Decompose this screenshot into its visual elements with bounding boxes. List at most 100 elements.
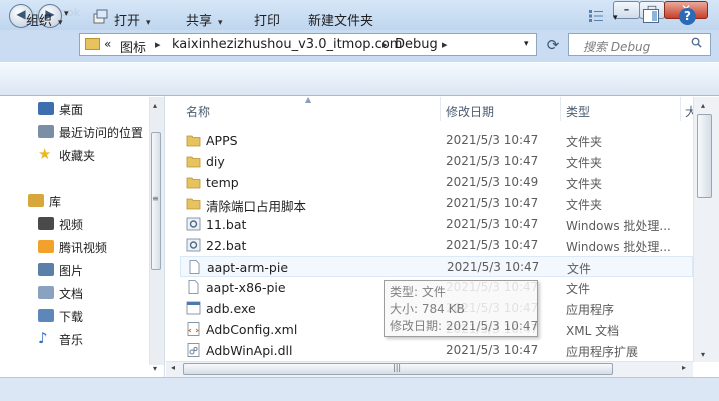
file-name: temp [206, 175, 239, 190]
help-icon[interactable]: ? [679, 8, 696, 25]
file-date: 2021/5/3 10:47 [446, 133, 539, 147]
breadcrumb-separator[interactable]: ▸ [155, 38, 161, 51]
file-type: 文件夹 [566, 135, 603, 149]
file-name: 22.bat [206, 238, 247, 253]
share-button[interactable]: 共享 ▾ [186, 10, 223, 29]
file-row[interactable]: aapt-arm-pie 2021/5/3 10:47 文件 [180, 256, 693, 277]
file-date: 2021/5/3 10:47 [446, 238, 539, 252]
breadcrumb-item-icons[interactable]: 图标 [120, 37, 146, 56]
desktop-icon [38, 102, 54, 115]
file-type: 文件 [567, 262, 592, 276]
column-header-name[interactable]: 名称 [186, 103, 210, 120]
music-icon: ♪ [38, 329, 48, 347]
blank-file-icon [189, 260, 200, 274]
scroll-up-arrow[interactable]: ▴ [701, 101, 705, 110]
organize-button[interactable]: 组织 ▾ [26, 10, 63, 29]
scroll-right-arrow[interactable]: ▸ [682, 363, 686, 372]
xml-document-icon [187, 322, 200, 336]
view-options-dropdown[interactable]: ▾ [613, 13, 618, 23]
file-type: Windows 批处理... [566, 219, 671, 233]
file-row[interactable]: 清除端口占用脚本 2021/5/3 10:47 文件夹 [180, 193, 693, 214]
breadcrumb-separator[interactable]: ▸ [442, 38, 448, 51]
nav-scroll-down-arrow[interactable]: ▾ [153, 364, 157, 373]
file-type: 文件夹 [566, 177, 603, 191]
sidebar-item-label: 腾讯视频 [59, 241, 108, 255]
file-date: 2021/5/3 10:47 [446, 343, 539, 357]
file-row[interactable]: 11.bat 2021/5/3 10:47 Windows 批处理... [180, 214, 693, 235]
details-pane [0, 377, 719, 401]
file-row[interactable]: 22.bat 2021/5/3 10:47 Windows 批处理... [180, 235, 693, 256]
column-divider[interactable] [440, 97, 441, 121]
column-header-type[interactable]: 类型 [566, 103, 590, 120]
file-type: 应用程序 [566, 303, 615, 317]
open-button[interactable]: 打开 ▾ [114, 10, 151, 29]
search-input[interactable]: 搜索 Debug [568, 33, 711, 56]
file-date: 2021/5/3 10:47 [446, 154, 539, 168]
recent-places-icon [38, 125, 54, 138]
file-date: 2021/5/3 10:47 [447, 260, 540, 274]
file-name: AdbWinApi.dll [206, 343, 293, 358]
file-name: aapt-x86-pie [206, 280, 286, 295]
preview-pane-icon[interactable] [643, 9, 659, 23]
dll-extension-icon [187, 343, 200, 357]
organize-label: 组织 [26, 14, 53, 29]
file-row[interactable]: temp 2021/5/3 10:49 文件夹 [180, 172, 693, 193]
file-name: 11.bat [206, 217, 247, 232]
view-options-icon[interactable] [589, 10, 603, 22]
downloads-icon [38, 309, 54, 322]
column-divider[interactable] [680, 97, 681, 121]
file-row[interactable]: AdbWinApi.dll 2021/5/3 10:47 应用程序扩展 [180, 340, 693, 361]
file-type: 文件夹 [566, 198, 603, 212]
share-label: 共享 [186, 14, 213, 29]
breadcrumb-item-debug[interactable]: Debug [395, 37, 438, 52]
file-type: 应用程序扩展 [566, 345, 639, 359]
tooltip-type: 类型: 文件 [390, 285, 446, 299]
scroll-down-arrow[interactable]: ▾ [701, 350, 705, 359]
tooltip-size: 大小: 784 KB [390, 302, 465, 316]
documents-icon [38, 286, 54, 299]
file-row[interactable]: APPS 2021/5/3 10:47 文件夹 [180, 130, 693, 151]
breadcrumb-separator[interactable]: ▸ [382, 38, 388, 51]
print-button[interactable]: 打印 [254, 10, 280, 29]
folder-icon [186, 135, 201, 147]
sidebar-item-label: 桌面 [59, 103, 84, 117]
file-type: 文件 [566, 282, 591, 296]
breadcrumb-item-kaixinhezi[interactable]: kaixinhezizhushou_v3.0_itmop.com [172, 37, 402, 52]
open-label: 打开 [114, 14, 141, 29]
libraries-icon [28, 194, 44, 207]
breadcrumb-overflow-chevron[interactable]: « [104, 37, 111, 51]
tooltip-modified: 修改日期: 2021/5/3 10:47 [390, 319, 539, 333]
nav-scroll-grip: ≡ [152, 194, 159, 203]
sidebar-item-label: 收藏夹 [59, 149, 96, 163]
refresh-button[interactable]: ⟳ [542, 34, 564, 56]
favorites-star-icon: ★ [38, 145, 52, 163]
new-folder-button[interactable]: 新建文件夹 [308, 10, 373, 29]
file-name: diy [206, 154, 225, 169]
vertical-scroll-thumb[interactable] [697, 114, 712, 198]
scroll-left-arrow[interactable]: ◂ [171, 363, 175, 372]
address-bar[interactable]: « 图标 ▸ kaixinhezizhushou_v3.0_itmop.com … [79, 33, 537, 56]
recent-pages-dropdown[interactable]: ▾ [64, 9, 69, 19]
file-date: 2021/5/3 10:47 [446, 196, 539, 210]
file-tooltip: 类型: 文件 大小: 784 KB 修改日期: 2021/5/3 10:47 [384, 280, 538, 337]
pictures-icon [38, 263, 54, 276]
file-type: Windows 批处理... [566, 240, 671, 254]
address-dropdown-button[interactable]: ▾ [524, 39, 529, 49]
file-date: 2021/5/3 10:49 [446, 175, 539, 189]
folder-icon [85, 38, 100, 50]
application-icon [186, 301, 201, 315]
file-name: AdbConfig.xml [206, 322, 298, 337]
folder-icon [186, 177, 201, 189]
file-type: XML 文档 [566, 324, 620, 338]
folder-icon [186, 156, 201, 168]
command-bar [0, 62, 719, 96]
sidebar-item-label: 最近访问的位置 [59, 126, 144, 140]
file-row[interactable]: diy 2021/5/3 10:47 文件夹 [180, 151, 693, 172]
chevron-down-icon: ▾ [58, 18, 63, 28]
sidebar-item-label: 视频 [59, 218, 84, 232]
search-icon[interactable] [691, 37, 702, 48]
nav-scroll-up-arrow[interactable]: ▴ [153, 101, 157, 110]
chevron-down-icon: ▾ [146, 18, 151, 28]
column-header-date[interactable]: 修改日期 [446, 103, 494, 120]
column-divider[interactable] [560, 97, 561, 121]
